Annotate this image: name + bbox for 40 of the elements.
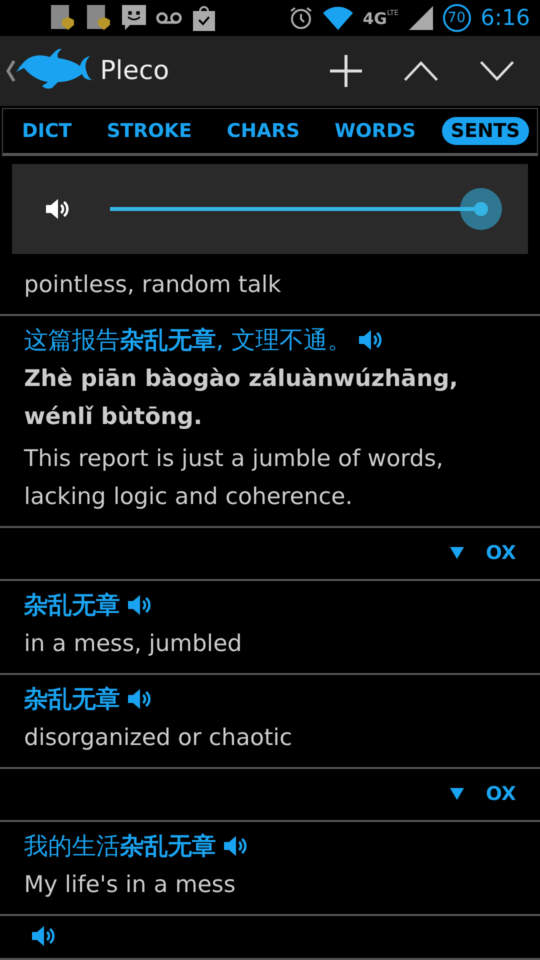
clock-time: 6:16	[480, 6, 530, 30]
dropdown-triangle-icon[interactable]	[450, 788, 464, 800]
document-shield-icon	[50, 4, 76, 32]
pinyin-text: Zhè piān bàogào záluànwúzhāng, wénlǐ bùtōng.	[24, 364, 460, 432]
volume-icon[interactable]	[44, 196, 70, 221]
definition-text: disorganized or chaotic	[24, 724, 294, 753]
message-smiley-icon	[122, 5, 146, 31]
document-shield-icon	[86, 4, 112, 32]
speaker-icon[interactable]	[30, 924, 56, 948]
translation-text: This report is just a jumble of words, lacking logic and coherence.	[24, 444, 444, 512]
chinese-word: 杂乱无章	[24, 684, 120, 715]
definition-text: pointless, random talk	[24, 270, 282, 300]
volume-slider[interactable]	[110, 188, 502, 230]
speaker-icon[interactable]	[126, 686, 152, 711]
back-chevron-icon[interactable]	[6, 60, 16, 82]
source-button[interactable]: OX	[480, 782, 522, 806]
tab[interactable]: SENTS	[442, 116, 529, 145]
slider-thumb[interactable]	[460, 188, 502, 230]
tab[interactable]: STROKE	[98, 116, 201, 145]
tab[interactable]: CHARS	[218, 116, 309, 145]
dropdown-triangle-icon[interactable]	[450, 547, 464, 560]
source-button[interactable]: OX	[480, 541, 522, 566]
translation-text: My life's in a mess	[24, 871, 237, 900]
speaker-icon[interactable]	[357, 328, 384, 352]
signal-icon	[408, 6, 433, 30]
app-title: Pleco	[100, 56, 170, 86]
battery-level: 70	[442, 4, 471, 32]
shopping-bag-icon	[192, 5, 216, 31]
wifi-icon	[322, 6, 353, 30]
alarm-clock-icon	[288, 6, 313, 30]
definition-text: in a mess, jumbled	[24, 630, 243, 659]
speaker-icon[interactable]	[126, 592, 152, 617]
chinese-word: 杂乱无章	[24, 590, 120, 621]
chinese-sentence: 这篇报告杂乱无章, 文理不通。	[24, 324, 352, 356]
network-type-text: 4G	[362, 8, 387, 28]
chinese-sentence: 我的生活杂乱无章	[24, 831, 216, 862]
speaker-icon[interactable]	[222, 834, 248, 858]
voicemail-icon	[156, 11, 182, 25]
tab[interactable]: WORDS	[326, 116, 425, 145]
tab[interactable]: DICT	[13, 116, 81, 145]
